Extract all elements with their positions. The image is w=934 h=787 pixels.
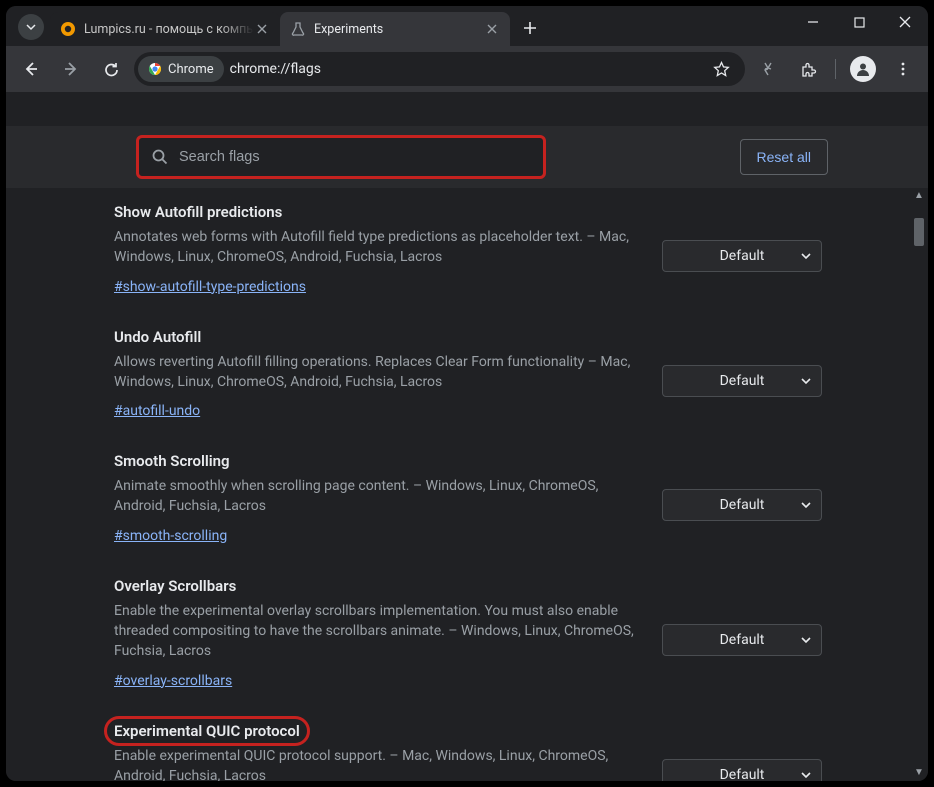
flag-row: Undo Autofill Allows reverting Autofill f…	[114, 319, 822, 444]
highlight-annotation	[104, 716, 310, 746]
chrome-logo-icon	[148, 62, 162, 76]
site-chip[interactable]: Chrome	[138, 56, 224, 82]
flag-dropdown[interactable]: Default	[662, 759, 822, 781]
maximize-button[interactable]	[836, 6, 882, 38]
favicon-flags	[290, 21, 306, 37]
close-window-button[interactable]	[882, 6, 928, 38]
close-icon	[257, 24, 267, 34]
flag-hash-link[interactable]: #show-autofill-type-predictions	[114, 279, 306, 295]
search-flags-input[interactable]	[179, 149, 531, 165]
chevron-down-icon	[801, 500, 811, 510]
flag-dropdown[interactable]: Default	[662, 624, 822, 656]
flag-hash-link[interactable]: #autofill-undo	[114, 403, 200, 419]
site-chip-label: Chrome	[168, 62, 214, 77]
flag-dropdown-value: Default	[720, 248, 765, 264]
flag-description: Annotates web forms with Autofill field …	[114, 227, 636, 268]
puzzle-icon	[800, 61, 817, 78]
flag-title: Experimental QUIC protocol	[114, 722, 300, 740]
address-bar[interactable]: Chrome chrome://flags	[134, 52, 745, 86]
menu-button[interactable]	[886, 52, 920, 86]
star-icon	[713, 61, 730, 78]
scroll-down-icon[interactable]: ▼	[912, 765, 926, 779]
reload-button[interactable]	[94, 52, 128, 86]
tab-close-button[interactable]	[254, 21, 270, 37]
flag-dropdown[interactable]: Default	[662, 240, 822, 272]
plus-icon	[523, 21, 537, 35]
toolbar-separator	[835, 59, 836, 79]
scroll-thumb[interactable]	[914, 218, 924, 246]
flag-description: Enable the experimental overlay scrollba…	[114, 601, 636, 662]
toolbar: Chrome chrome://flags	[6, 46, 928, 92]
search-icon	[151, 148, 169, 166]
search-flags-container	[136, 135, 546, 179]
flag-description: Allows reverting Autofill filling operat…	[114, 352, 636, 393]
tab-active[interactable]: Experiments	[280, 12, 510, 46]
tab-strip: Lumpics.ru - помощь с компьютером Experi…	[6, 6, 928, 46]
flag-hash-link[interactable]: #overlay-scrollbars	[114, 673, 232, 689]
browser-window: Lumpics.ru - помощь с компьютером Experi…	[6, 6, 928, 781]
avatar-icon	[850, 56, 876, 82]
window-controls	[790, 6, 928, 46]
close-icon	[899, 16, 911, 28]
flag-dropdown[interactable]: Default	[662, 365, 822, 397]
tab-inactive[interactable]: Lumpics.ru - помощь с компьютером	[50, 12, 280, 46]
tab-title: Lumpics.ru - помощь с компьютером	[84, 22, 254, 37]
flag-dropdown-value: Default	[720, 632, 765, 648]
scrollbar[interactable]: ▲ ▼	[912, 188, 926, 779]
chevron-down-icon	[801, 251, 811, 261]
tab-close-button[interactable]	[484, 21, 500, 37]
flag-title: Show Autofill predictions	[114, 203, 282, 221]
flag-dropdown-value: Default	[720, 497, 765, 513]
flag-hash-link[interactable]: #smooth-scrolling	[114, 528, 227, 544]
scroll-up-icon[interactable]: ▲	[912, 188, 926, 202]
chevron-down-icon	[26, 22, 36, 32]
flag-row: Smooth Scrolling Animate smoothly when sc…	[114, 443, 822, 568]
chevron-down-icon	[801, 635, 811, 645]
labs-button[interactable]	[751, 52, 785, 86]
flags-header: Reset all	[6, 126, 928, 188]
chevron-down-icon	[801, 770, 811, 780]
back-button[interactable]	[14, 52, 48, 86]
reload-icon	[103, 61, 120, 78]
maximize-icon	[854, 17, 865, 28]
minimize-button[interactable]	[790, 6, 836, 38]
flag-row: Show Autofill predictions Annotates web f…	[114, 194, 822, 319]
kebab-icon	[895, 61, 911, 77]
profile-button[interactable]	[846, 52, 880, 86]
new-tab-button[interactable]	[516, 14, 544, 42]
arrow-right-icon	[62, 60, 80, 78]
flag-description: Animate smoothly when scrolling page con…	[114, 476, 636, 517]
flags-list: Show Autofill predictions Annotates web f…	[6, 188, 912, 781]
reset-all-button[interactable]: Reset all	[740, 139, 828, 175]
flag-description: Enable experimental QUIC protocol suppor…	[114, 746, 636, 781]
page-content: Reset all Show Autofill predictions Annot…	[6, 92, 928, 781]
url-text: chrome://flags	[230, 61, 701, 77]
tab-title: Experiments	[314, 22, 484, 37]
flag-dropdown-value: Default	[720, 373, 765, 389]
forward-button[interactable]	[54, 52, 88, 86]
bookmark-button[interactable]	[707, 61, 735, 78]
flag-row: Overlay Scrollbars Enable the experimenta…	[114, 568, 822, 713]
extensions-button[interactable]	[791, 52, 825, 86]
recycle-icon	[759, 60, 777, 78]
minimize-icon	[807, 16, 819, 28]
tabs-dropdown-button[interactable]	[18, 14, 44, 40]
flag-row: Experimental QUIC protocol Enable experim…	[114, 713, 822, 781]
flag-dropdown[interactable]: Default	[662, 489, 822, 521]
close-icon	[487, 24, 497, 34]
flag-dropdown-value: Default	[720, 767, 765, 781]
chevron-down-icon	[801, 376, 811, 386]
flag-title: Smooth Scrolling	[114, 452, 230, 470]
flag-title: Overlay Scrollbars	[114, 577, 236, 595]
flag-title: Undo Autofill	[114, 328, 201, 346]
favicon-lumpics	[60, 21, 76, 37]
arrow-left-icon	[22, 60, 40, 78]
